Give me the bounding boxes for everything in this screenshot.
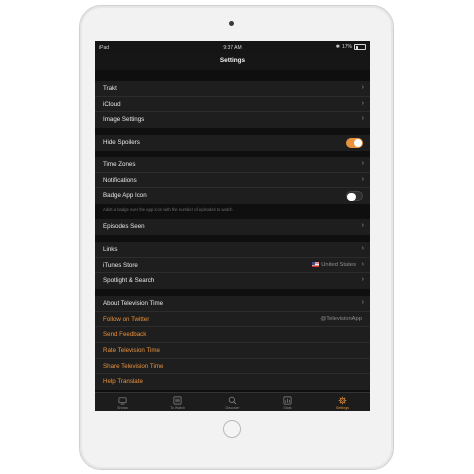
- row-label: Help Translate: [103, 378, 143, 386]
- tab-discover[interactable]: Discover: [205, 393, 260, 411]
- row-trakt[interactable]: Trakt ›: [95, 81, 370, 97]
- row-label: Hide Spoilers: [103, 139, 140, 146]
- row-icloud[interactable]: iCloud ›: [95, 97, 370, 113]
- row-rate-app[interactable]: Rate Television Time: [95, 343, 370, 359]
- battery-percent: 17%: [341, 44, 352, 50]
- tab-settings[interactable]: Settings: [315, 393, 370, 411]
- row-hide-spoilers: Hide Spoilers: [95, 135, 370, 151]
- chevron-right-icon: ›: [361, 160, 364, 167]
- chevron-right-icon: ›: [361, 99, 364, 107]
- tab-stats[interactable]: Stats: [260, 393, 315, 411]
- row-label: Send Feedback: [103, 331, 147, 339]
- chevron-right-icon: ›: [361, 115, 364, 123]
- gear-icon: [338, 396, 347, 405]
- page-title: Settings: [219, 57, 246, 64]
- twitter-handle: @TelevisionApp: [320, 316, 362, 323]
- itunes-store-value: United States: [312, 262, 356, 268]
- row-share-app[interactable]: Share Television Time: [95, 359, 370, 375]
- home-button[interactable]: [223, 420, 241, 438]
- status-right: ✱ 17%: [336, 44, 366, 50]
- row-label: Trakt: [103, 85, 117, 92]
- list-icon: [173, 396, 182, 405]
- row-label: Follow on Twitter: [103, 315, 150, 323]
- chevron-right-icon: ›: [361, 222, 364, 229]
- settings-group-links: Links › iTunes Store United States › Spo…: [95, 242, 370, 290]
- tv-icon: [118, 397, 127, 405]
- row-label: Episodes Seen: [103, 223, 145, 230]
- tab-shows[interactable]: Shows: [95, 393, 150, 411]
- settings-group-episodes: Episodes Seen ›: [95, 219, 370, 235]
- row-badge-app-icon: Badge App Icon: [95, 188, 370, 204]
- front-camera: [229, 21, 234, 26]
- chevron-right-icon: ›: [361, 260, 364, 268]
- row-about[interactable]: About Television Time ›: [95, 296, 370, 312]
- chevron-right-icon: ›: [361, 245, 364, 252]
- row-send-feedback[interactable]: Send Feedback: [95, 327, 370, 344]
- tab-bar: Shows To Watch Discover Stats Settings: [95, 392, 370, 411]
- battery-icon: [354, 44, 366, 50]
- row-label: iTunes Store: [103, 261, 138, 269]
- us-flag-icon: [312, 262, 320, 267]
- row-label: Badge App Icon: [103, 192, 147, 200]
- settings-list: Trakt › iCloud › Image Settings › Hide S…: [95, 70, 370, 392]
- row-label: Notifications: [103, 176, 137, 184]
- row-spotlight-search[interactable]: Spotlight & Search ›: [95, 273, 370, 289]
- chevron-right-icon: ›: [361, 84, 364, 91]
- itunes-country: United States: [321, 262, 356, 269]
- bluetooth-icon: ✱: [335, 44, 340, 50]
- tab-label: Settings: [336, 406, 349, 410]
- row-label: Image Settings: [103, 116, 145, 124]
- tab-label: Stats: [283, 406, 292, 410]
- tab-label: Shows: [117, 406, 128, 410]
- search-icon: [228, 396, 237, 405]
- chevron-right-icon: ›: [361, 175, 364, 183]
- nav-bar: Settings: [95, 54, 370, 70]
- settings-group-spoilers: Hide Spoilers: [95, 135, 370, 151]
- row-notifications[interactable]: Notifications ›: [95, 173, 370, 189]
- row-help-translate[interactable]: Help Translate: [95, 374, 370, 390]
- settings-group-accounts: Trakt › iCloud › Image Settings ›: [95, 81, 370, 129]
- row-episodes-seen[interactable]: Episodes Seen ›: [95, 219, 370, 235]
- badge-footnote: Adds a badge over the app icon with the …: [103, 207, 233, 212]
- toggle-knob: [354, 138, 363, 147]
- row-label: iCloud: [103, 100, 121, 108]
- tab-to-watch[interactable]: To Watch: [150, 393, 205, 411]
- badge-app-icon-toggle[interactable]: [346, 191, 363, 201]
- chevron-right-icon: ›: [361, 299, 364, 306]
- status-bar: iPad 9:37 AM ✱ 17%: [95, 41, 370, 54]
- row-label: Links: [103, 246, 118, 253]
- row-follow-twitter[interactable]: Follow on Twitter @TelevisionApp: [95, 312, 370, 328]
- row-time-zones[interactable]: Time Zones ›: [95, 157, 370, 173]
- status-time: 9:37 AM: [223, 45, 242, 51]
- tab-label: Discover: [225, 406, 240, 410]
- row-links[interactable]: Links ›: [95, 242, 370, 258]
- row-label: Share Television Time: [103, 362, 164, 370]
- row-label: About Television Time: [103, 300, 164, 307]
- toggle-knob: [347, 192, 356, 201]
- row-label: Rate Television Time: [103, 347, 160, 355]
- row-label: Spotlight & Search: [103, 277, 155, 285]
- settings-group-notifications: Time Zones › Notifications › Badge App I…: [95, 157, 370, 205]
- row-itunes-store[interactable]: iTunes Store United States ›: [95, 258, 370, 274]
- hide-spoilers-toggle[interactable]: [346, 138, 363, 148]
- tab-label: To Watch: [170, 406, 185, 410]
- chevron-right-icon: ›: [361, 276, 364, 284]
- row-image-settings[interactable]: Image Settings ›: [95, 112, 370, 128]
- row-label: Time Zones: [103, 161, 136, 168]
- stats-icon: [283, 396, 292, 405]
- screen: iPad 9:37 AM ✱ 17% Settings Trakt › iClo…: [95, 41, 370, 411]
- settings-group-about: About Television Time › Follow on Twitte…: [95, 296, 370, 391]
